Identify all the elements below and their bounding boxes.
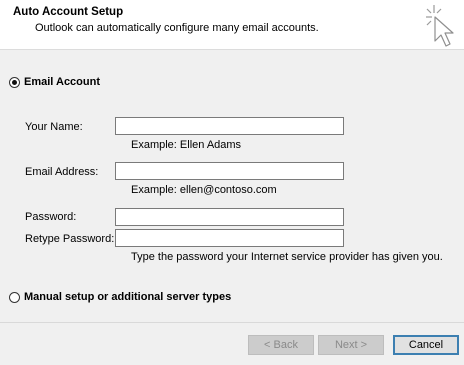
dialog-title: Auto Account Setup	[13, 6, 124, 18]
manual-setup-radio[interactable]: Manual setup or additional server types	[9, 291, 231, 303]
retype-password-label: Retype Password:	[25, 233, 115, 245]
your-name-input[interactable]	[115, 117, 344, 135]
dialog-subtitle: Outlook can automatically configure many…	[35, 22, 319, 34]
back-button[interactable]: < Back	[248, 335, 314, 355]
password-input[interactable]	[115, 208, 344, 226]
email-address-input[interactable]	[115, 162, 344, 180]
retype-password-input[interactable]	[115, 229, 344, 247]
email-account-radio-circle[interactable]	[9, 76, 20, 88]
dialog-header: Auto Account Setup Outlook can automatic…	[0, 0, 464, 50]
wizard-cursor-icon	[426, 5, 454, 47]
manual-setup-label: Manual setup or additional server types	[24, 291, 232, 303]
footer-divider	[0, 322, 464, 323]
your-name-label: Your Name:	[25, 121, 83, 133]
password-label: Password:	[25, 211, 77, 223]
manual-setup-radio-circle[interactable]	[9, 291, 20, 303]
email-address-label: Email Address:	[25, 166, 99, 178]
email-account-radio[interactable]: Email Account	[9, 76, 100, 88]
next-button[interactable]: Next >	[318, 335, 384, 355]
email-account-label: Email Account	[24, 76, 100, 88]
email-address-hint: Example: ellen@contoso.com	[131, 184, 277, 196]
cancel-button[interactable]: Cancel	[393, 335, 459, 355]
your-name-hint: Example: Ellen Adams	[131, 139, 242, 151]
password-hint: Type the password your Internet service …	[131, 251, 443, 263]
